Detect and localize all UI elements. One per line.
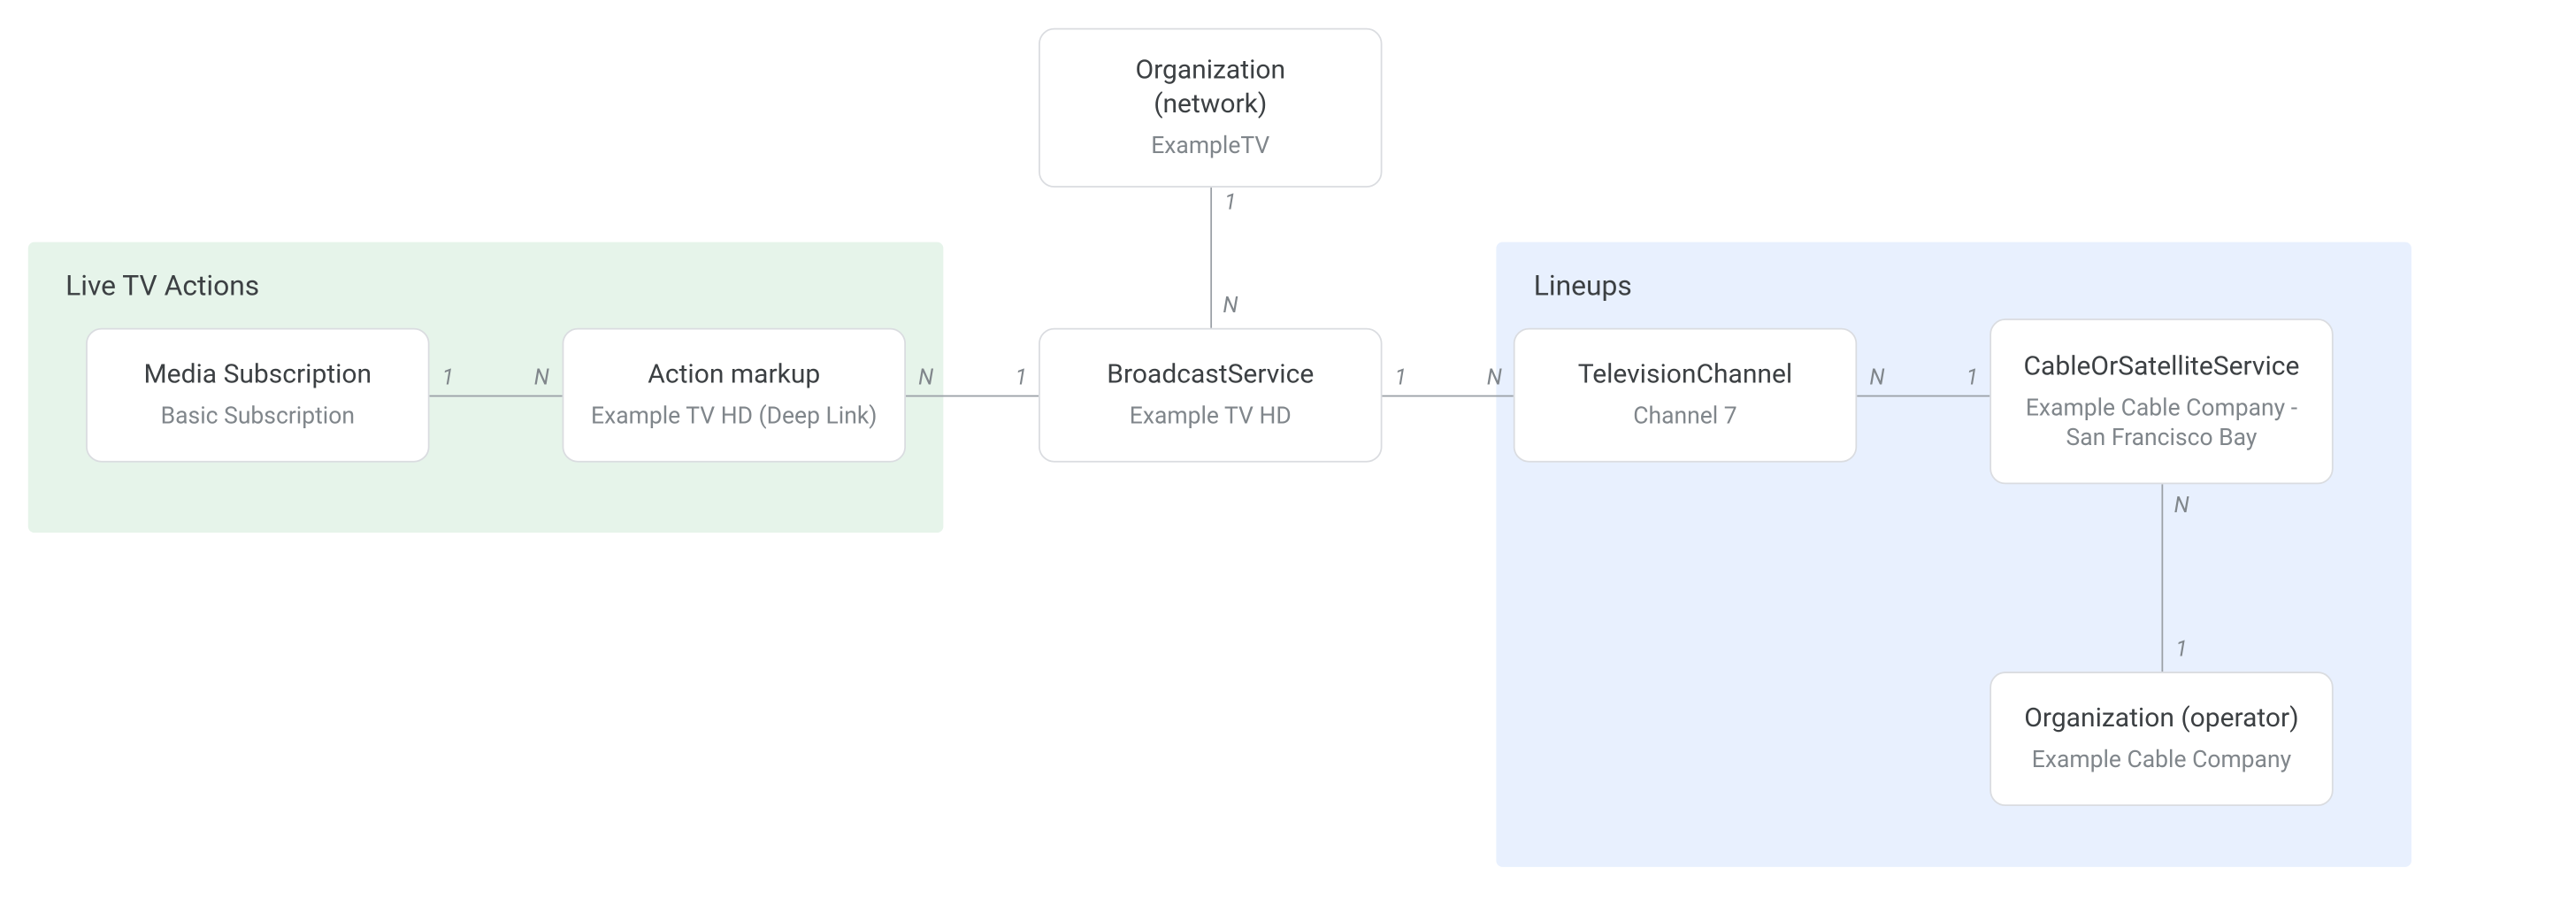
node-cable-or-satellite-service: CableOrSatelliteService Example Cable Co… <box>1990 319 2333 484</box>
card-action-left-side: N <box>534 365 549 390</box>
node-cable-subtitle-line1: Example Cable Company - <box>2026 394 2297 422</box>
node-cable-title: CableOrSatelliteService <box>2024 351 2300 385</box>
node-media-subscription: Media Subscription Basic Subscription <box>86 328 429 463</box>
node-television-channel: TelevisionChannel Channel 7 <box>1514 328 1857 463</box>
node-action-markup: Action markup Example TV HD (Deep Link) <box>563 328 906 463</box>
node-broadcast-subtitle: Example TV HD <box>1130 402 1292 431</box>
node-org-network-title-line1: Organization <box>1135 55 1285 86</box>
card-broadcast-left-side: 1 <box>1016 365 1027 390</box>
node-organization-operator: Organization (operator) Example Cable Co… <box>1990 672 2333 806</box>
node-org-operator-title: Organization (operator) <box>2024 703 2298 736</box>
card-broadcast-right-side: 1 <box>1395 365 1407 390</box>
card-cable-bottom-side: N <box>2174 494 2189 518</box>
edge-action-broadcast <box>906 395 1039 397</box>
node-org-network-title-line2: (network) <box>1154 88 1267 119</box>
node-cable-subtitle-line2: San Francisco Bay <box>2066 423 2258 451</box>
node-cable-subtitle: Example Cable Company - San Francisco Ba… <box>2026 394 2297 452</box>
edge-tvchannel-cable <box>1857 395 1990 397</box>
node-action-subtitle: Example TV HD (Deep Link) <box>591 402 877 431</box>
card-tvchannel-right-side: N <box>1869 365 1884 390</box>
edge-broadcast-tvchannel <box>1381 395 1514 397</box>
node-broadcast-title: BroadcastService <box>1107 359 1314 393</box>
node-org-network-title: Organization (network) <box>1135 55 1285 121</box>
card-action-right-side: N <box>918 365 933 390</box>
node-tvchannel-title: TelevisionChannel <box>1578 359 1792 393</box>
group-live-tv-title: Live TV Actions <box>65 270 906 303</box>
group-lineups-title: Lineups <box>1534 270 2374 303</box>
edge-mediasub-action <box>430 395 563 397</box>
node-tvchannel-subtitle: Channel 7 <box>1633 402 1736 431</box>
card-cable-left-side: 1 <box>1966 365 1978 390</box>
card-broadcast-top-side: N <box>1223 294 1238 319</box>
node-media-sub-title: Media Subscription <box>143 359 372 393</box>
card-tvchannel-left-side: N <box>1487 365 1502 390</box>
edge-orgnetwork-broadcast <box>1210 188 1212 328</box>
node-org-operator-subtitle: Example Cable Company <box>2032 746 2291 775</box>
node-action-title: Action markup <box>648 359 820 393</box>
node-organization-network: Organization (network) ExampleTV <box>1039 28 1382 188</box>
card-orgoperator-top-side: 1 <box>2175 637 2187 662</box>
card-orgnetwork-bottom-side: 1 <box>1224 190 1236 215</box>
card-mediasub-side: 1 <box>442 365 454 390</box>
node-media-sub-subtitle: Basic Subscription <box>161 402 355 431</box>
node-broadcast-service: BroadcastService Example TV HD <box>1039 328 1382 463</box>
edge-cable-orgoperator <box>2161 484 2163 672</box>
node-org-network-subtitle: ExampleTV <box>1151 131 1269 160</box>
